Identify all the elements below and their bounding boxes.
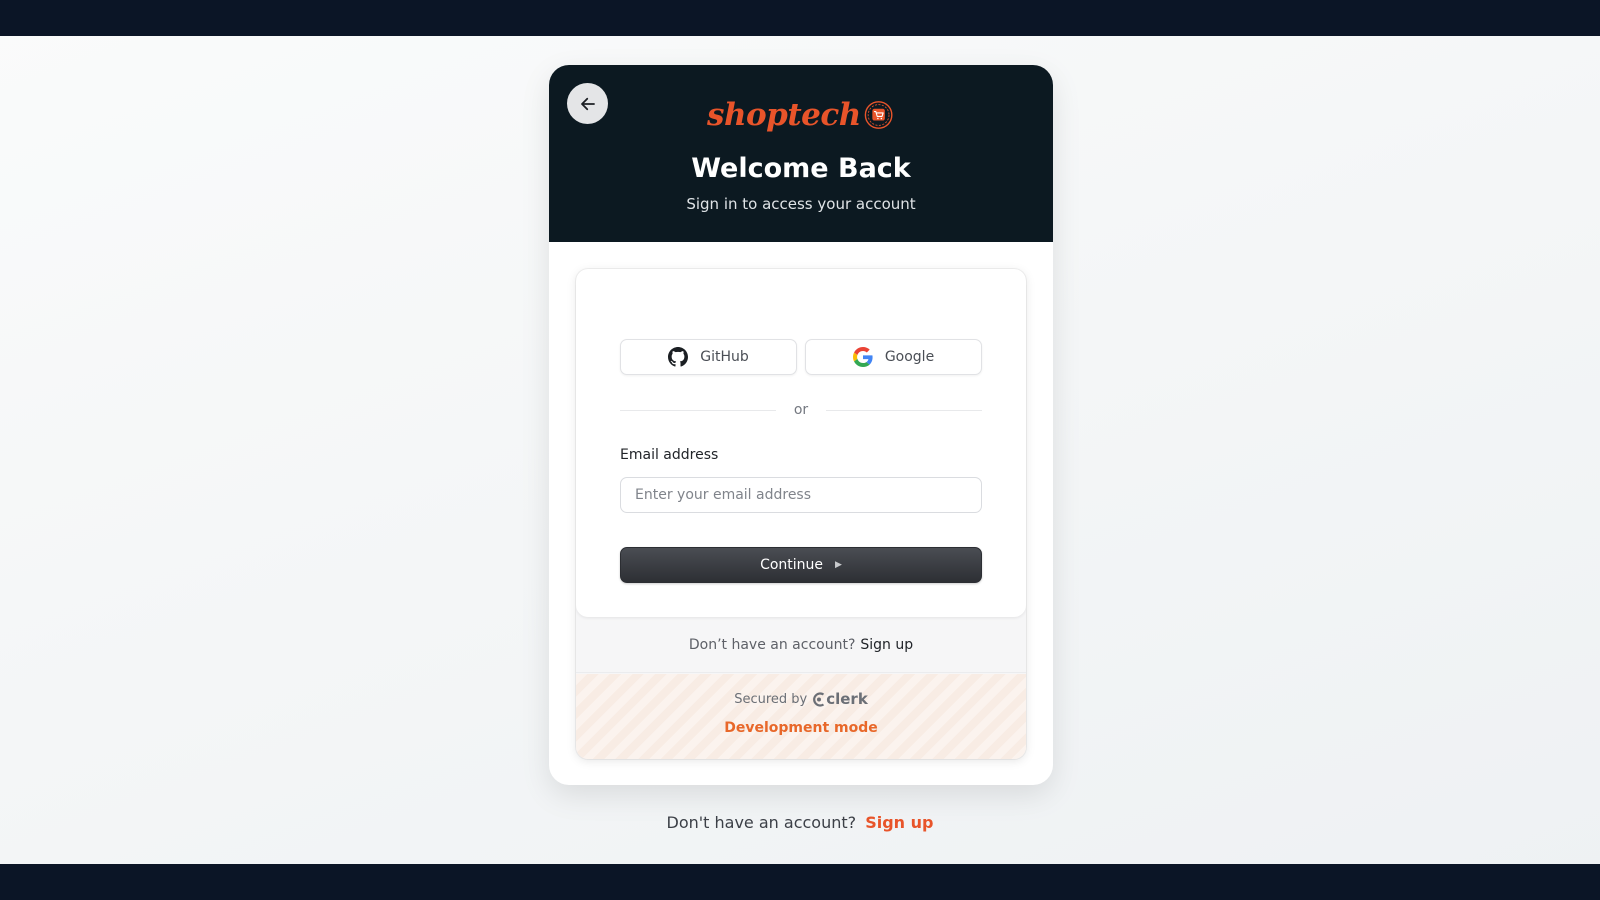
- top-bar: [0, 0, 1600, 36]
- divider-text: or: [793, 402, 809, 418]
- cart-badge-icon: [864, 101, 893, 129]
- continue-button[interactable]: Continue ▶: [620, 547, 982, 583]
- development-mode-badge: Development mode: [724, 720, 878, 736]
- logo-text: shoptech: [707, 97, 861, 133]
- signup-prompt: Don’t have an account?: [688, 636, 856, 653]
- page-footer-signup: Don't have an account? Sign up: [0, 813, 1600, 832]
- page-signup-link[interactable]: Sign up: [865, 813, 933, 832]
- github-button[interactable]: GitHub: [620, 339, 797, 375]
- page-title: Welcome Back: [691, 153, 911, 184]
- google-button[interactable]: Google: [805, 339, 982, 375]
- clerk-icon: [813, 691, 825, 707]
- secured-by-text: Secured by: [734, 691, 808, 707]
- email-input[interactable]: [620, 477, 982, 513]
- back-button[interactable]: [567, 83, 608, 124]
- google-label: Google: [884, 349, 935, 365]
- sign-in-card: shoptech Welcome Back Sign in to access …: [549, 65, 1053, 785]
- secured-by-row: Secured by clerk: [576, 690, 1026, 708]
- clerk-sign-in: GitHub Google or Email address Enter you…: [576, 269, 1026, 759]
- page-subtitle: Sign in to access your account: [686, 195, 916, 213]
- card-header: shoptech Welcome Back Sign in to access …: [549, 65, 1053, 242]
- divider-line: [826, 409, 983, 411]
- bottom-bar: [0, 864, 1600, 900]
- play-triangle-icon: ▶: [835, 560, 842, 570]
- github-label: GitHub: [700, 349, 749, 365]
- github-icon: [668, 347, 689, 367]
- shoptech-logo: shoptech: [707, 93, 893, 137]
- or-divider: or: [620, 400, 983, 420]
- continue-label: Continue: [760, 557, 824, 573]
- email-label: Email address: [620, 447, 719, 463]
- secured-by-area: Secured by clerk Development mode: [576, 674, 1026, 759]
- clerk-main-panel: GitHub Google or Email address Enter you…: [576, 269, 1026, 617]
- clerk-logo[interactable]: clerk: [812, 690, 868, 708]
- clerk-footer-signup: Don’t have an account? Sign up: [576, 617, 1026, 673]
- clerk-wordmark: clerk: [826, 690, 868, 708]
- google-icon: [852, 347, 873, 367]
- page-signup-prompt: Don't have an account?: [666, 813, 857, 832]
- signup-link[interactable]: Sign up: [860, 637, 913, 653]
- divider-line: [620, 409, 776, 411]
- arrow-left-icon: [580, 97, 595, 110]
